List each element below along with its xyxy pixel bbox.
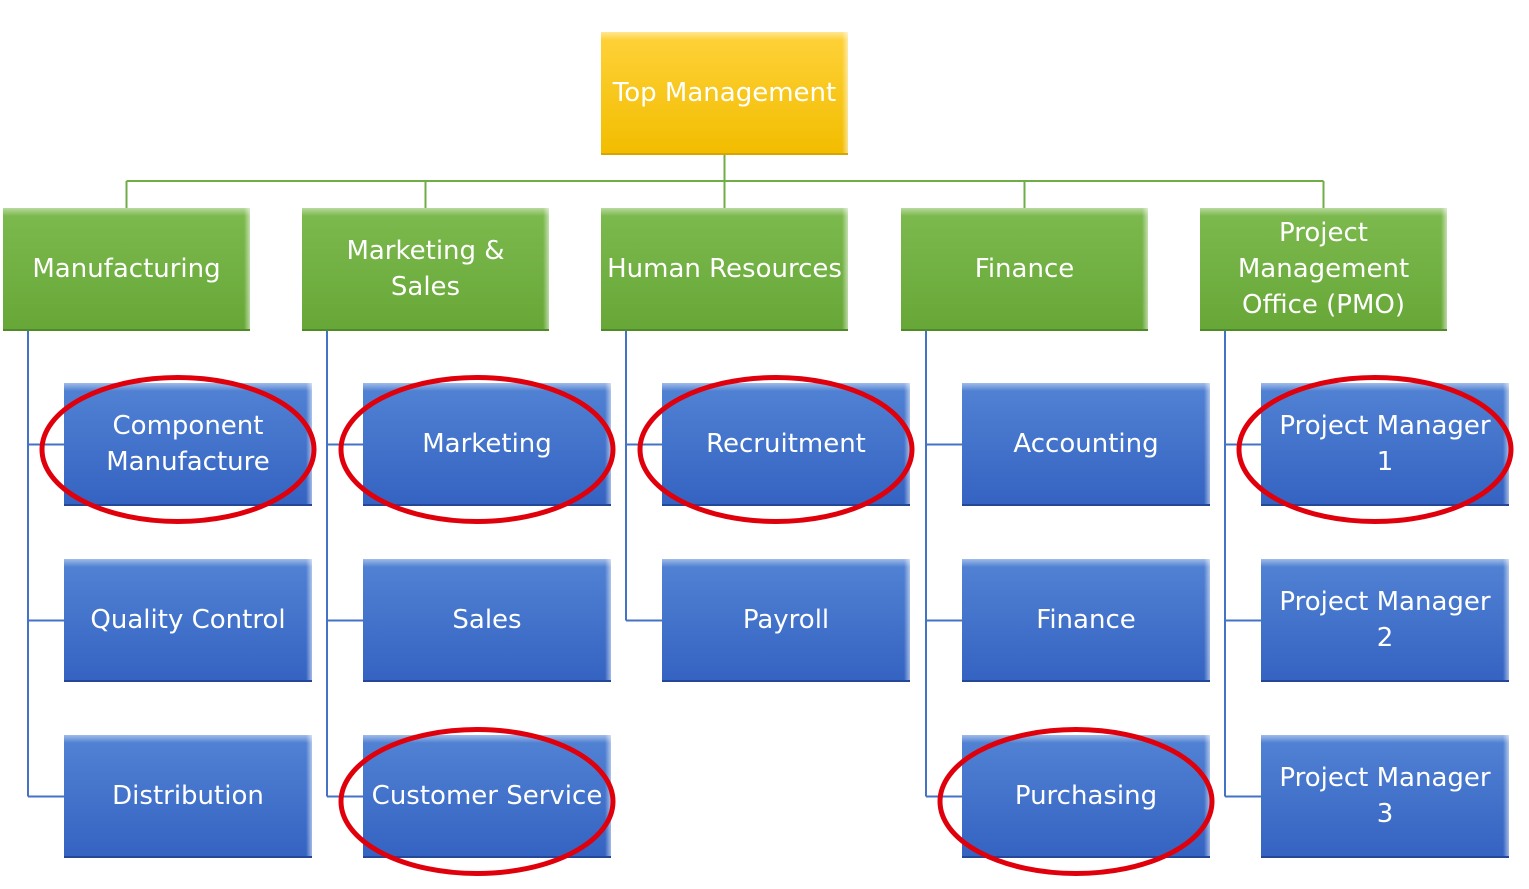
node-label: Quality Control [90, 604, 286, 635]
node-department-human-resources[interactable]: Human Resources [601, 208, 848, 331]
node-department-project-management-office-pmo[interactable]: Project Management Office (PMO) [1200, 208, 1447, 331]
node-label: Distribution [112, 780, 264, 811]
node-department-finance[interactable]: Finance [901, 208, 1148, 331]
node-label: Marketing & Sales [346, 235, 505, 302]
node-unit-project-manager-2[interactable]: Project Manager 2 [1261, 559, 1509, 682]
node-unit-quality-control[interactable]: Quality Control [64, 559, 312, 682]
node-label: Purchasing [1014, 780, 1158, 811]
node-label: Project Management Office (PMO) [1237, 217, 1410, 320]
node-unit-distribution[interactable]: Distribution [64, 735, 312, 858]
node-label: Customer Service [371, 780, 603, 811]
node-unit-recruitment[interactable]: Recruitment [662, 383, 910, 506]
node-label: Project Manager 3 [1279, 762, 1491, 829]
node-label: Project Manager 1 [1279, 410, 1491, 477]
node-label: Component Manufacture [106, 410, 270, 477]
node-unit-accounting[interactable]: Accounting [962, 383, 1210, 506]
node-label: Marketing [422, 428, 552, 459]
node-unit-project-manager-1[interactable]: Project Manager 1 [1261, 383, 1509, 506]
node-label: Recruitment [706, 428, 866, 459]
node-unit-payroll[interactable]: Payroll [662, 559, 910, 682]
node-label: Human Resources [607, 253, 842, 284]
node-label: Finance [1036, 604, 1136, 635]
node-unit-component-manufacture[interactable]: Component Manufacture [64, 383, 312, 506]
node-unit-sales[interactable]: Sales [363, 559, 611, 682]
node-label: Sales [452, 604, 522, 635]
node-unit-finance[interactable]: Finance [962, 559, 1210, 682]
node-unit-project-manager-3[interactable]: Project Manager 3 [1261, 735, 1509, 858]
node-department-marketing-sales[interactable]: Marketing & Sales [302, 208, 549, 331]
node-unit-marketing[interactable]: Marketing [363, 383, 611, 506]
node-label: Manufacturing [32, 253, 221, 284]
node-label: Project Manager 2 [1279, 586, 1491, 653]
node-unit-customer-service[interactable]: Customer Service [363, 735, 611, 858]
node-label: Finance [974, 253, 1075, 284]
node-top-management[interactable]: Top Management [601, 32, 848, 155]
node-label: Top Management [612, 77, 837, 108]
node-label: Payroll [742, 604, 830, 635]
node-department-manufacturing[interactable]: Manufacturing [3, 208, 250, 331]
node-unit-purchasing[interactable]: Purchasing [962, 735, 1210, 858]
node-label: Accounting [1013, 428, 1159, 459]
